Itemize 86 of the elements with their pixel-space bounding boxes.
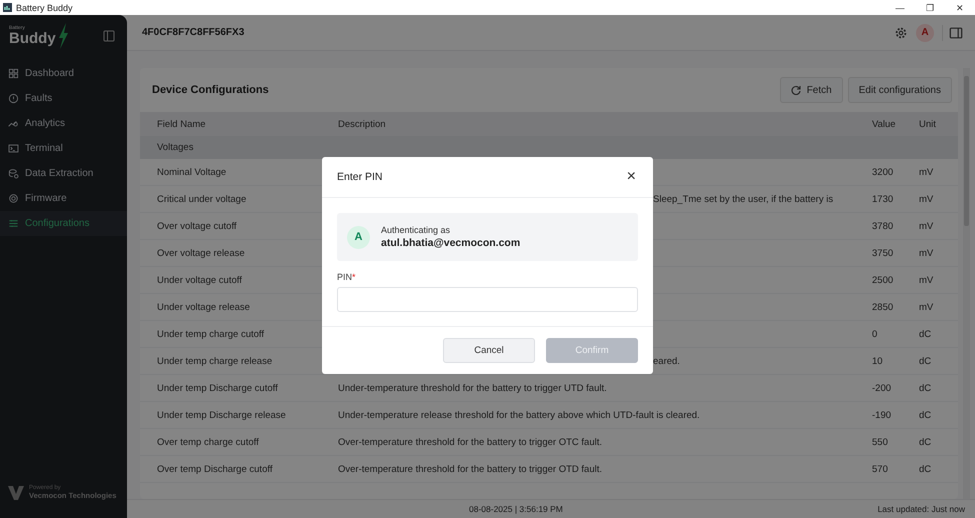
- timestamp: 08-08-2025 | 3:56:19 PM: [469, 504, 563, 514]
- auth-label: Authenticating as: [381, 225, 452, 235]
- grid-icon: [8, 68, 19, 79]
- unit-cell-text: mV: [919, 248, 934, 258]
- value-cell-text: 2500: [872, 274, 894, 286]
- unit-cell-text: mV: [919, 194, 934, 204]
- field-name: Under temp Discharge cutoff: [157, 382, 279, 394]
- description-text: Over-temperature threshold for the battery to trigger OTD fault.: [338, 464, 602, 474]
- side-panel-icon[interactable]: [949, 26, 963, 40]
- field-name: Under temp charge cutoff: [157, 328, 266, 340]
- value-cell-text: 1730: [872, 194, 894, 204]
- nav-item[interactable]: Dashboard: [0, 61, 127, 86]
- value-cell-text: 3780: [872, 220, 894, 232]
- unit-cell-text: mV: [919, 166, 934, 178]
- unit-cell-text: dC: [919, 436, 932, 448]
- dialog-title: Enter PIN: [337, 171, 383, 183]
- description-text: Under-temperature release threshold for the battery above which UTD-fault is cleared.: [338, 410, 700, 420]
- unit-cell-text: dC: [919, 356, 932, 366]
- alert-icon: [8, 93, 19, 104]
- group-label: Voltages: [157, 142, 194, 153]
- minimize-button[interactable]: —: [885, 2, 915, 12]
- fetch-button[interactable]: Fetch: [780, 77, 843, 103]
- field-name: Critical under voltage: [157, 194, 248, 204]
- user-email: atul.bhatia@vecmocon.com: [381, 237, 520, 249]
- last-updated-text: Last updated: Just now: [878, 504, 965, 514]
- logo-text: Buddy: [9, 31, 56, 46]
- unit-cell-text: mV: [919, 220, 934, 232]
- field-name: Over voltage cutoff: [157, 220, 238, 232]
- field-name: Nominal Voltage: [157, 166, 228, 178]
- value-cell-text: -190: [872, 410, 892, 420]
- value-cell-text: 570: [872, 464, 889, 474]
- pin-field[interactable]: [337, 287, 638, 312]
- column-header: Description: [338, 118, 387, 130]
- refresh-icon: [790, 85, 801, 95]
- nav-item[interactable]: Data Extraction: [0, 161, 127, 186]
- sliders-icon: [8, 218, 19, 229]
- value-cell-text: 0: [872, 328, 878, 340]
- user-avatar: A: [347, 226, 370, 248]
- field-name: Over voltage release: [157, 248, 246, 258]
- cancel-button[interactable]: Cancel: [443, 338, 535, 363]
- window-title: Battery Buddy: [16, 2, 74, 12]
- unit-cell-text: dC: [919, 382, 932, 394]
- unit-cell-text: mV: [919, 274, 934, 286]
- unit-cell-text: dC: [919, 328, 932, 340]
- nav-item[interactable]: Analytics: [0, 111, 127, 136]
- nav-item[interactable]: Faults: [0, 86, 127, 111]
- value-cell-text: 550: [872, 436, 889, 448]
- sidebar-toggle-icon[interactable]: [103, 30, 115, 42]
- close-button[interactable]: ✕: [945, 2, 975, 12]
- card-title: Device Configurations: [152, 84, 270, 96]
- value-cell-text: -200: [872, 382, 892, 394]
- field-name: Over temp charge cutoff: [157, 436, 260, 448]
- column-header: Value: [872, 118, 897, 130]
- nav-item[interactable]: Terminal: [0, 136, 127, 161]
- value-cell-text: 3750: [872, 248, 894, 258]
- field-name: Under temp charge release: [157, 356, 274, 366]
- restore-button[interactable]: ❐: [915, 2, 945, 12]
- field-name: Under voltage release: [157, 302, 251, 312]
- user-avatar[interactable]: A: [916, 24, 934, 42]
- description-text: Sleep_Tme set by the user, if the battery is: [653, 194, 834, 204]
- value-cell-text: 3200: [872, 166, 894, 178]
- field-name: Under temp Discharge release: [157, 410, 287, 420]
- app-icon: [3, 3, 12, 12]
- column-header: Field Name: [157, 118, 207, 130]
- description-text: Over-temperature threshold for the battery to trigger OTC fault.: [338, 436, 602, 448]
- unit-cell-text: dC: [919, 410, 932, 420]
- database-icon: [8, 168, 19, 179]
- terminal-icon: [8, 143, 19, 154]
- value-cell-text: 2850: [872, 302, 894, 312]
- description-text: eared.: [653, 356, 680, 366]
- description-text: Under-temperature threshold for the battery to trigger UTD fault.: [338, 382, 607, 394]
- nav-item[interactable]: Firmware: [0, 186, 127, 211]
- unit-cell-text: dC: [919, 464, 932, 474]
- field-label: PIN*: [337, 272, 356, 282]
- field-name: Over temp Discharge cutoff: [157, 464, 274, 474]
- edit-button[interactable]: Edit configurations: [848, 77, 952, 103]
- settings-icon[interactable]: [894, 26, 908, 40]
- field-name: Under voltage cutoff: [157, 274, 243, 286]
- nav-item[interactable]: Configurations: [0, 211, 127, 236]
- device-id: 4F0CF8F7C8FF56FX3: [142, 27, 246, 38]
- column-header: Unit: [919, 118, 937, 130]
- v-logo-icon: [8, 486, 24, 500]
- close-button[interactable]: ×: [624, 169, 638, 185]
- scrollbar[interactable]: [963, 68, 970, 499]
- value-cell-text: 10: [872, 356, 884, 366]
- unit-cell-text: mV: [919, 302, 934, 312]
